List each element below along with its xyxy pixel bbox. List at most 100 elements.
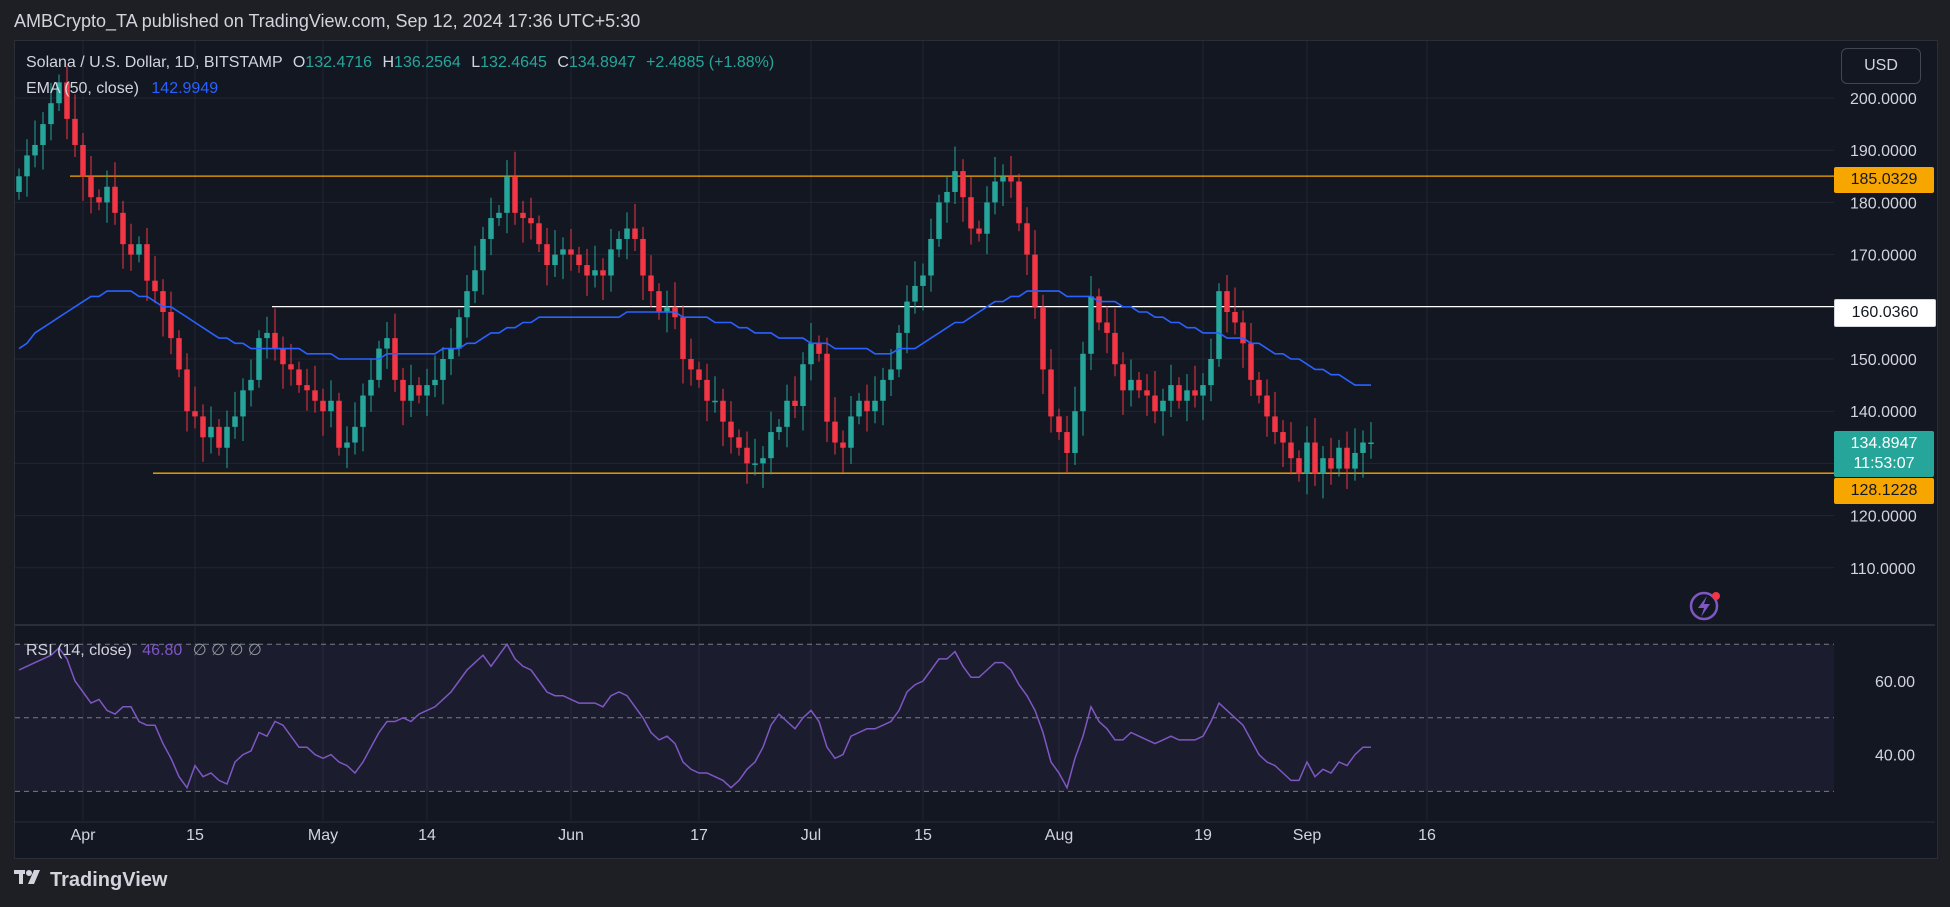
candle-body: [1336, 447, 1342, 469]
candle: [424, 368, 430, 416]
candle: [1280, 420, 1286, 468]
candle-body: [24, 155, 30, 177]
candle: [984, 186, 990, 255]
candle-body: [712, 400, 718, 403]
candle: [560, 237, 566, 280]
candle-body: [40, 124, 46, 145]
candle: [32, 120, 38, 168]
candle: [1304, 426, 1310, 495]
candle-body: [128, 244, 134, 255]
currency-button[interactable]: USD: [1841, 48, 1921, 84]
candle: [936, 194, 942, 247]
candle-body: [256, 338, 262, 380]
rsi-legend[interactable]: RSI (14, close) 46.80 ∅ ∅ ∅ ∅: [26, 640, 262, 660]
candle-body: [512, 176, 518, 213]
candle-body: [88, 176, 94, 198]
candle-body: [1280, 432, 1286, 443]
candle-body: [1360, 442, 1366, 453]
candle: [440, 346, 446, 405]
rsi-tick-label: 60.00: [1875, 674, 1915, 691]
candle: [1248, 322, 1254, 397]
change-value: +2.4885 (+1.88%): [646, 54, 775, 71]
candle-body: [120, 212, 126, 245]
candle-body: [848, 416, 854, 448]
candle-body: [1088, 296, 1094, 354]
candle-body: [80, 144, 86, 177]
candle: [24, 139, 30, 197]
ema-series: [18, 290, 1371, 386]
candle-body: [888, 369, 894, 380]
candle-body: [992, 181, 998, 203]
candle: [648, 255, 654, 308]
candle: [1136, 372, 1142, 399]
candle-body: [1264, 395, 1270, 417]
candle: [184, 353, 190, 432]
candle-body: [616, 238, 622, 250]
candle: [1272, 391, 1278, 445]
candle-body: [1104, 322, 1110, 333]
candle-body: [384, 338, 390, 349]
candle: [1232, 287, 1238, 335]
rsi-axis-labels: 60.00 40.00: [1875, 674, 1915, 765]
candle-body: [464, 291, 470, 318]
candle: [944, 175, 950, 223]
time-tick-label: Jun: [558, 827, 584, 844]
candle: [744, 431, 750, 484]
candle: [632, 203, 638, 251]
candle-body: [1320, 458, 1326, 474]
candle-body: [160, 291, 166, 313]
candle-body: [568, 249, 574, 255]
candle-body: [1368, 442, 1374, 445]
rsi-tick-label: 40.00: [1875, 748, 1915, 765]
candle-body: [32, 144, 38, 156]
candle-body: [1176, 385, 1182, 401]
candle: [72, 94, 78, 157]
candle: [224, 410, 230, 469]
candle: [1008, 155, 1014, 198]
time-tick-label: 15: [914, 827, 932, 844]
time-tick-label: Sep: [1293, 827, 1322, 844]
candle-body: [272, 332, 278, 349]
low-value: 132.4645: [480, 54, 547, 71]
candle-body: [392, 338, 398, 380]
candle: [568, 229, 574, 271]
candle-body: [320, 400, 326, 412]
candle: [192, 386, 198, 429]
candle: [216, 419, 222, 456]
candle: [336, 392, 342, 456]
candle-body: [312, 390, 318, 401]
chart-canvas[interactable]: 200.0000190.0000180.0000170.0000160.0000…: [0, 0, 1950, 907]
candle-body: [200, 416, 206, 438]
candle-body: [152, 280, 158, 292]
ema-legend[interactable]: EMA (50, close) 142.9949: [26, 80, 218, 98]
lightning-alert-icon[interactable]: [1689, 591, 1720, 621]
candle: [1360, 430, 1366, 478]
candle: [160, 279, 166, 337]
candle-body: [1064, 432, 1070, 453]
candle: [200, 404, 206, 462]
candle: [136, 236, 142, 263]
candle-body: [1056, 416, 1062, 433]
candle-body: [1128, 379, 1134, 391]
candle-body: [432, 379, 438, 386]
candle-body: [1144, 390, 1150, 396]
price-tick-label: 190.0000: [1850, 143, 1917, 160]
candle: [240, 378, 246, 441]
candle: [888, 349, 894, 397]
candle: [1112, 308, 1118, 377]
price-tick-label: 150.0000: [1850, 352, 1917, 369]
time-tick-label: May: [308, 827, 338, 844]
tradingview-footer[interactable]: TradingView: [14, 868, 167, 892]
candle-body: [800, 364, 806, 406]
candle: [952, 146, 958, 204]
candle: [328, 380, 334, 428]
candle-body: [936, 202, 942, 239]
candle-body: [336, 400, 342, 448]
candle-body: [1032, 254, 1038, 307]
candle: [1208, 338, 1214, 402]
candle-body: [376, 348, 382, 380]
candle-body: [504, 176, 510, 213]
symbol-label[interactable]: Solana / U.S. Dollar, 1D, BITSTAMP: [26, 54, 282, 71]
candle-body: [1136, 379, 1142, 391]
candle: [520, 200, 526, 243]
